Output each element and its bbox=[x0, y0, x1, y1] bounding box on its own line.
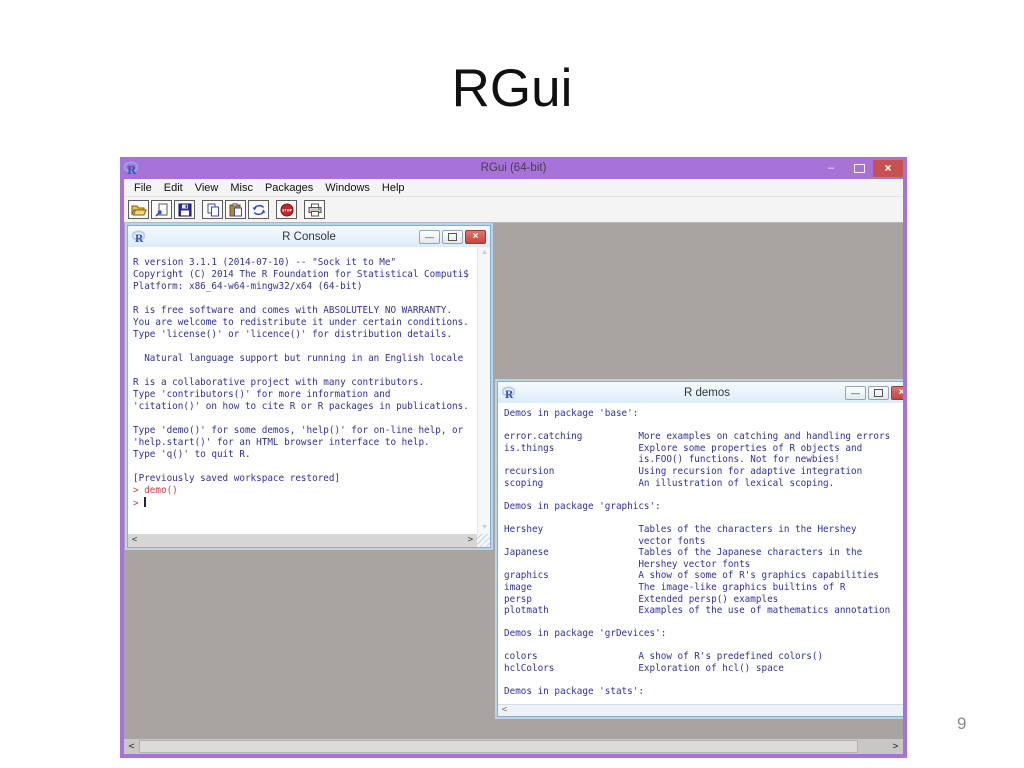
scroll-left-icon[interactable]: < bbox=[124, 739, 139, 754]
scroll-down-icon[interactable]: ▼ bbox=[478, 522, 491, 534]
menu-misc[interactable]: Misc bbox=[224, 182, 259, 194]
minimize-button[interactable]: — bbox=[419, 229, 440, 244]
scroll-up-icon[interactable]: ▲ bbox=[478, 247, 491, 259]
r-console-titlebar[interactable]: R R Console — × bbox=[128, 226, 490, 248]
r-console-window: R R Console — × R version 3.1.1 (2014-07… bbox=[127, 225, 491, 548]
stop-icon[interactable]: STOP bbox=[276, 200, 297, 219]
slide-title: RGui bbox=[451, 59, 573, 118]
text-cursor bbox=[144, 497, 146, 507]
console-vertical-scrollbar[interactable]: ▲ ▼ bbox=[477, 247, 490, 534]
maximize-button[interactable] bbox=[442, 229, 463, 244]
rgui-titlebar[interactable]: R RGui (64-bit) – × bbox=[120, 157, 907, 179]
menubar: File Edit View Misc Packages Windows Hel… bbox=[124, 179, 903, 197]
open-script-icon[interactable] bbox=[128, 200, 149, 219]
window-controls: – × bbox=[817, 159, 903, 177]
rgui-window: R RGui (64-bit) – × File Edit View Misc … bbox=[120, 157, 907, 758]
r-demos-titlebar[interactable]: R R demos — × bbox=[498, 382, 903, 404]
close-button[interactable]: × bbox=[891, 385, 903, 400]
console-history-line: > demo() bbox=[133, 485, 178, 496]
menu-help[interactable]: Help bbox=[376, 182, 411, 194]
console-horizontal-scrollbar[interactable]: < > bbox=[128, 534, 477, 547]
menu-edit[interactable]: Edit bbox=[158, 182, 189, 194]
console-window-controls: — × bbox=[419, 229, 486, 244]
scroll-right-icon[interactable]: > bbox=[888, 739, 903, 754]
demos-title: R demos bbox=[683, 386, 731, 399]
maximize-button[interactable] bbox=[845, 160, 873, 177]
scroll-left-icon[interactable]: < bbox=[128, 534, 141, 547]
demos-text-area[interactable]: Demos in package 'base': error.catching … bbox=[498, 403, 903, 704]
demos-horizontal-scrollbar[interactable]: < bbox=[498, 704, 903, 716]
copy-icon[interactable] bbox=[202, 200, 223, 219]
slide-page-number: 9 bbox=[957, 714, 967, 733]
refresh-icon[interactable] bbox=[248, 200, 269, 219]
close-button[interactable]: × bbox=[465, 229, 486, 244]
svg-text:R: R bbox=[505, 389, 514, 400]
minimize-button[interactable]: — bbox=[845, 385, 866, 400]
demos-text: Demos in package 'base': error.catching … bbox=[504, 408, 891, 698]
menu-windows[interactable]: Windows bbox=[319, 182, 376, 194]
print-icon[interactable] bbox=[304, 200, 325, 219]
resize-grip[interactable] bbox=[477, 534, 490, 547]
rgui-window-body: File Edit View Misc Packages Windows Hel… bbox=[124, 179, 903, 754]
load-workspace-icon[interactable] bbox=[151, 200, 172, 219]
svg-text:R: R bbox=[135, 233, 144, 244]
r-logo-icon: R bbox=[502, 386, 515, 400]
console-prompt-line: > bbox=[133, 497, 146, 509]
scroll-left-icon[interactable]: < bbox=[498, 705, 511, 716]
window-title: RGui (64-bit) bbox=[480, 162, 547, 174]
paste-icon[interactable] bbox=[225, 200, 246, 219]
menu-packages[interactable]: Packages bbox=[259, 182, 319, 194]
menu-view[interactable]: View bbox=[189, 182, 225, 194]
restore-button[interactable] bbox=[868, 385, 889, 400]
mdi-horizontal-scrollbar[interactable]: < > bbox=[124, 739, 903, 754]
minimize-button[interactable]: – bbox=[817, 160, 845, 177]
close-button[interactable]: × bbox=[873, 159, 903, 177]
scroll-right-icon[interactable]: > bbox=[464, 534, 477, 547]
mdi-area: R R Console — × R version 3.1.1 (2014-07… bbox=[124, 223, 903, 754]
console-output-text: R version 3.1.1 (2014-07-10) -- "Sock it… bbox=[133, 257, 469, 484]
svg-text:R: R bbox=[127, 164, 137, 176]
r-logo-icon: R bbox=[132, 230, 145, 244]
menu-file[interactable]: File bbox=[128, 182, 158, 194]
toolbar: STOP bbox=[124, 197, 903, 223]
svg-text:STOP: STOP bbox=[281, 208, 292, 212]
r-demos-window: R R demos — × Demos in package 'base': e… bbox=[497, 381, 903, 717]
r-logo-icon: R bbox=[124, 161, 138, 176]
demos-window-controls: — × bbox=[845, 385, 903, 400]
console-output-area[interactable]: R version 3.1.1 (2014-07-10) -- "Sock it… bbox=[128, 247, 477, 534]
scrollbar-thumb[interactable] bbox=[139, 740, 858, 753]
save-icon[interactable] bbox=[174, 200, 195, 219]
